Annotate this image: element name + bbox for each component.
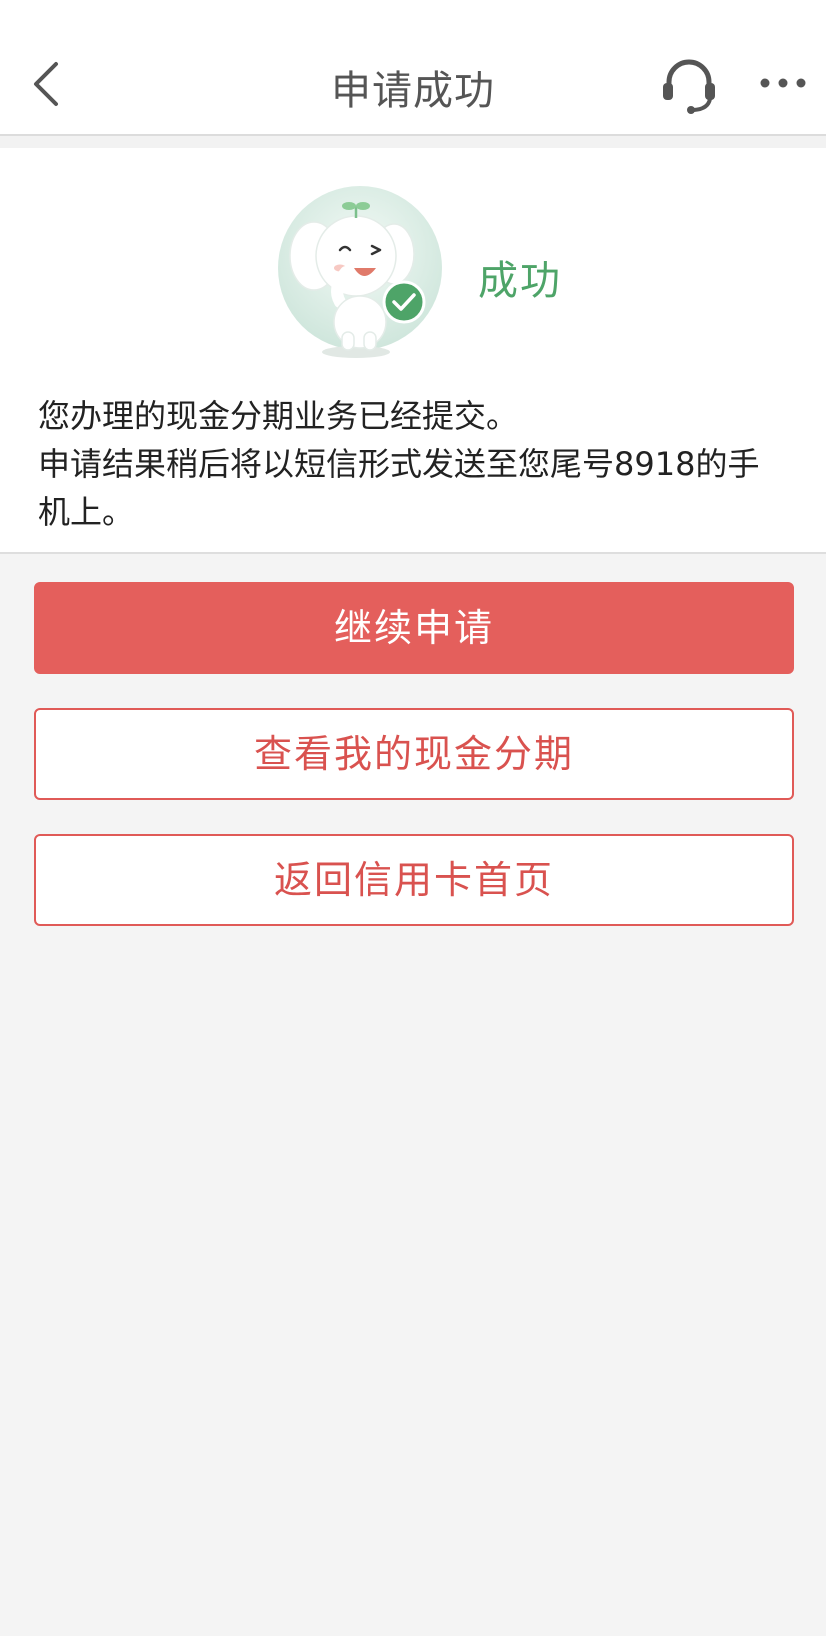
view-installment-button[interactable]: 查看我的现金分期: [34, 708, 794, 800]
status-text: 成功: [478, 258, 562, 304]
headset-icon[interactable]: [660, 55, 718, 115]
elephant-mascot-icon: [278, 186, 442, 358]
check-icon: [382, 280, 426, 324]
nav-divider: [0, 136, 826, 148]
message-line: 申请结果稍后将以短信形式发送至您尾号8918的手: [38, 445, 760, 483]
back-to-home-button[interactable]: 返回信用卡首页: [34, 834, 794, 926]
continue-apply-button[interactable]: 继续申请: [34, 582, 794, 674]
more-icon[interactable]: [758, 68, 808, 98]
message-line: 您办理的现金分期业务已经提交。: [38, 397, 519, 435]
message-line: 机上。: [38, 493, 135, 531]
nav-bar: 申请成功: [0, 0, 826, 136]
result-message: 您办理的现金分期业务已经提交。 申请结果稍后将以短信形式发送至您尾号8918的手…: [38, 392, 788, 536]
